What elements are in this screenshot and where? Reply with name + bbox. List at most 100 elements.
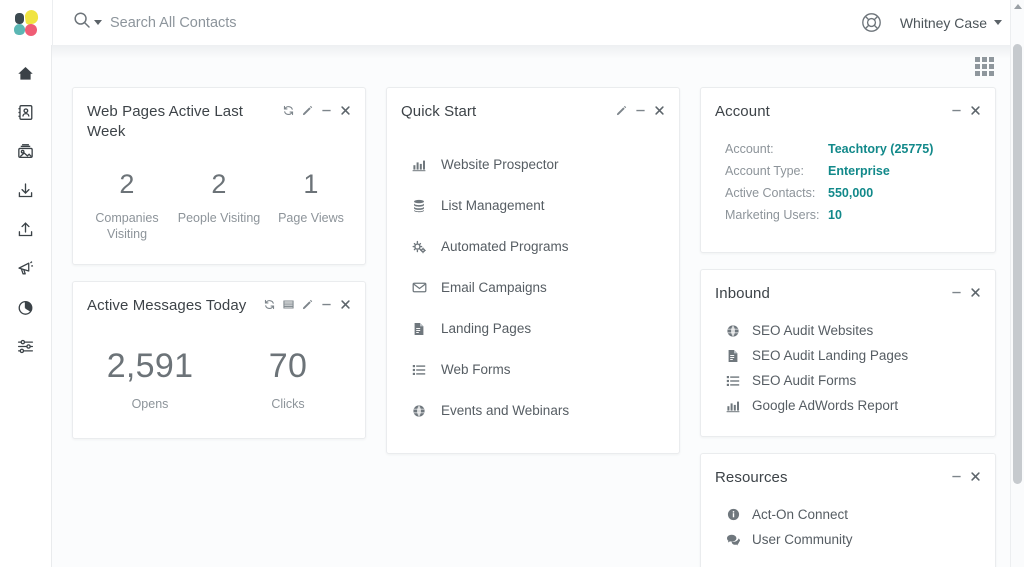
panel-title: Resources — [715, 469, 788, 486]
list-item-label: Automated Programs — [441, 239, 569, 254]
stat-clicks: 70 Clicks — [219, 346, 357, 412]
panel-inbound: Inbound SEO Audit Websites SEO Audit Lan… — [700, 269, 996, 437]
list-item-list-management[interactable]: List Management — [387, 185, 679, 226]
panel-header: Resources — [701, 454, 995, 488]
list-item-act-on-connect[interactable]: Act-On Connect — [701, 502, 995, 527]
panel-tools — [616, 102, 665, 116]
sidebar-item-reports[interactable] — [6, 295, 46, 320]
app-logo[interactable] — [0, 0, 52, 45]
layout-toolbar — [52, 45, 1024, 87]
minimize-icon[interactable] — [321, 299, 332, 310]
list-item-seo-audit-forms[interactable]: SEO Audit Forms — [701, 368, 995, 393]
list-item-label: Act-On Connect — [752, 507, 849, 522]
database-icon — [411, 199, 427, 213]
scroll-up-arrow-icon[interactable] — [1014, 4, 1022, 9]
topbar-actions: Whitney Case — [861, 12, 1024, 33]
close-icon[interactable] — [340, 299, 351, 310]
list-item-web-forms[interactable]: Web Forms — [387, 349, 679, 390]
help-icon[interactable] — [861, 12, 882, 33]
list-item-label: SEO Audit Websites — [752, 323, 874, 338]
stat-companies-visiting: 2 Companies Visiting — [81, 168, 173, 242]
list-item-seo-audit-websites[interactable]: SEO Audit Websites — [701, 318, 995, 343]
dashboard-column-left: Web Pages Active Last Week 2 Companies V… — [72, 87, 366, 439]
megaphone-icon — [16, 259, 35, 278]
panel-title: Account — [715, 103, 770, 120]
list-item-label: Landing Pages — [441, 321, 532, 336]
list-item-website-prospector[interactable]: Website Prospector — [387, 144, 679, 185]
list-item-google-adwords-report[interactable]: Google AdWords Report — [701, 393, 995, 418]
close-icon[interactable] — [970, 287, 981, 298]
body: Web Pages Active Last Week 2 Companies V… — [0, 45, 1024, 567]
sidebar-item-settings[interactable] — [6, 334, 46, 359]
stat-value: 2 — [211, 169, 227, 199]
chevron-down-icon — [94, 20, 102, 25]
refresh-icon[interactable] — [264, 299, 275, 310]
edit-pencil-icon[interactable] — [302, 299, 313, 310]
panel-tools — [951, 284, 981, 298]
list-item-seo-audit-landing-pages[interactable]: SEO Audit Landing Pages — [701, 343, 995, 368]
field-value[interactable]: Teachtory (25775) — [828, 142, 933, 156]
list-item-events-and-webinars[interactable]: Events and Webinars — [387, 390, 679, 431]
minimize-icon[interactable] — [951, 287, 962, 298]
user-name: Whitney Case — [899, 14, 987, 31]
close-icon[interactable] — [970, 471, 981, 482]
edit-pencil-icon[interactable] — [616, 105, 627, 116]
inbound-list: SEO Audit Websites SEO Audit Landing Pag… — [701, 304, 995, 436]
account-row-account-type: Account Type: Enterprise — [725, 164, 981, 186]
grid-layout-icon[interactable] — [975, 56, 994, 76]
user-menu[interactable]: Whitney Case — [900, 15, 1002, 31]
close-icon[interactable] — [970, 105, 981, 116]
list-item-landing-pages[interactable]: Landing Pages — [387, 308, 679, 349]
app-root: Whitney Case — [0, 0, 1024, 567]
refresh-icon[interactable] — [283, 105, 294, 116]
search-input[interactable] — [108, 8, 448, 37]
panel-title: Quick Start — [401, 103, 477, 120]
list-item-automated-programs[interactable]: Automated Programs — [387, 226, 679, 267]
chat-bubbles-icon — [725, 533, 741, 547]
dashboard-column-middle: Quick Start Website Prospector List Mana… — [386, 87, 680, 454]
panel-resources: Resources Act-On Connect User Community — [700, 453, 996, 567]
sidebar-item-home[interactable] — [6, 61, 46, 86]
main-content: Web Pages Active Last Week 2 Companies V… — [52, 45, 1024, 567]
sidebar-item-inbound[interactable] — [6, 178, 46, 203]
document-icon — [725, 349, 741, 363]
media-images-icon — [16, 142, 35, 161]
sidebar-item-automated-programs[interactable] — [6, 256, 46, 281]
minimize-icon[interactable] — [951, 105, 962, 116]
home-icon — [16, 64, 35, 83]
sidebar-item-content[interactable] — [6, 139, 46, 164]
minimize-icon[interactable] — [635, 105, 646, 116]
stat-group: 2 Companies Visiting 2 People Visiting 1… — [73, 142, 365, 264]
page-scrollbar[interactable] — [1010, 0, 1024, 567]
bar-chart-icon — [411, 158, 427, 172]
list-icon — [725, 374, 741, 388]
info-circle-icon — [725, 508, 741, 521]
field-label: Account: — [725, 142, 774, 156]
document-icon — [411, 322, 427, 336]
table-view-icon[interactable] — [283, 299, 294, 310]
stat-label: Opens — [131, 397, 169, 411]
list-item-email-campaigns[interactable]: Email Campaigns — [387, 267, 679, 308]
close-icon[interactable] — [340, 105, 351, 116]
chevron-down-icon — [994, 20, 1002, 25]
panel-tools — [264, 296, 351, 310]
sidebar-item-contacts[interactable] — [6, 100, 46, 125]
minimize-icon[interactable] — [951, 471, 962, 482]
list-item-user-community[interactable]: User Community — [701, 527, 995, 552]
list-item-label: Website Prospector — [441, 157, 559, 172]
list-item-label: SEO Audit Forms — [752, 373, 857, 388]
search-scope-dropdown[interactable] — [73, 11, 102, 34]
list-item-label: Events and Webinars — [441, 403, 570, 418]
outbound-upload-icon — [16, 220, 35, 239]
minimize-icon[interactable] — [321, 105, 332, 116]
sidebar-item-outbound[interactable] — [6, 217, 46, 242]
scrollbar-thumb[interactable] — [1013, 44, 1022, 484]
contacts-icon — [16, 103, 35, 122]
stat-value: 2,591 — [106, 347, 194, 385]
edit-pencil-icon[interactable] — [302, 105, 313, 116]
list-icon — [411, 363, 427, 377]
stat-value: 2 — [119, 169, 135, 199]
inbound-download-icon — [16, 181, 35, 200]
close-icon[interactable] — [654, 105, 665, 116]
stat-label: People Visiting — [177, 211, 261, 225]
